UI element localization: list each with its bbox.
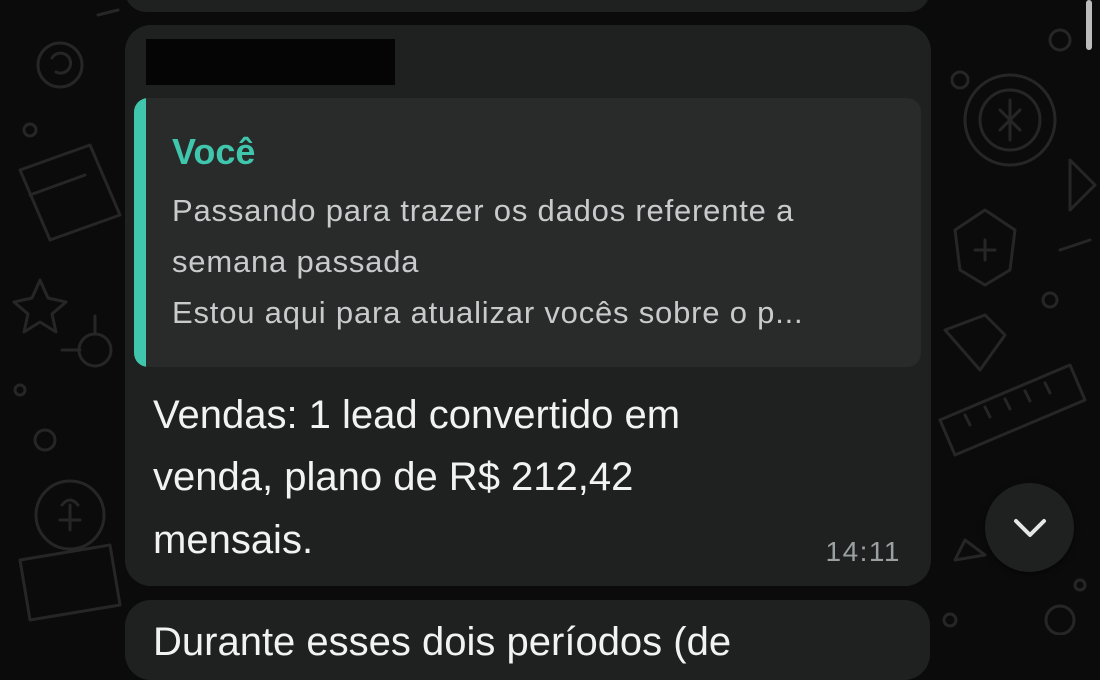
message-text-line: venda, plano de R$ 212,42 [153,455,634,499]
scroll-to-bottom-button[interactable] [985,483,1074,572]
message-timestamp: 14:11 [825,536,901,567]
message-text-line: Vendas: 1 lead convertido em [153,393,681,437]
previous-message-bubble[interactable] [125,0,930,12]
quote-accent-bar [134,98,146,367]
message-text-line: mensais. [153,518,314,562]
scrollbar-thumb[interactable] [1086,0,1092,50]
next-message-text: Durante esses dois períodos (de [153,620,732,664]
chevron-down-icon [1013,518,1046,537]
quoted-text-line: semana passada [172,244,420,279]
quoted-reply[interactable]: Você Passando para trazer os dados refer… [134,98,921,367]
quoted-author: Você [172,131,256,172]
message-bubble[interactable]: Você Passando para trazer os dados refer… [125,25,931,586]
quoted-text-line: Estou aqui para atualizar vocês sobre o … [172,295,804,330]
next-message-bubble[interactable]: Durante esses dois períodos (de [125,600,930,680]
quoted-text-line: Passando para trazer os dados referente … [172,193,795,228]
redacted-sender-name [146,39,395,85]
